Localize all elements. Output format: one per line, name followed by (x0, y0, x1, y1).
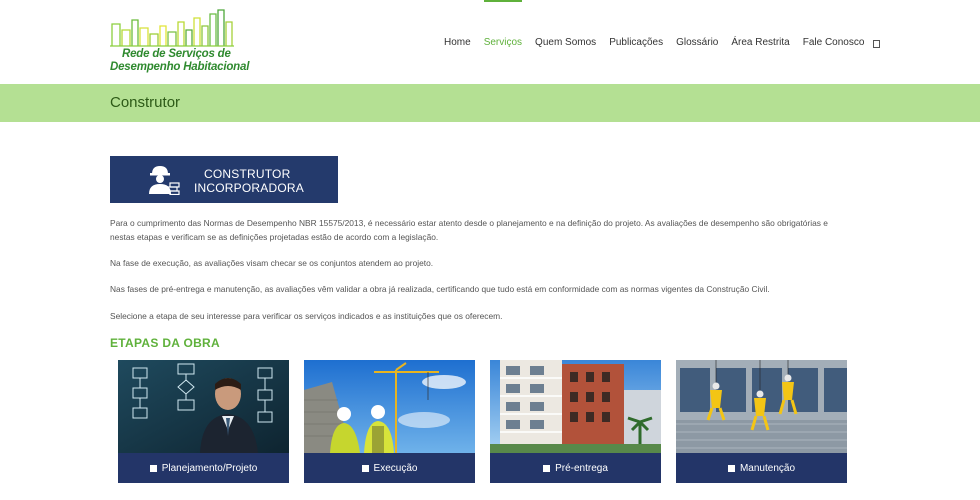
card-label-bar: Execução (304, 453, 475, 483)
banner-title-line2: INCORPORADORA (194, 181, 304, 195)
card-pre-entrega[interactable]: Pré-entrega (490, 360, 661, 483)
skyline-logo-icon (110, 9, 234, 47)
site-logo[interactable]: Rede de Serviços de Desempenho Habitacio… (108, 8, 249, 74)
intro-paragraph-2: Na fase de execução, as avaliações visam… (110, 258, 434, 268)
checkbox-icon[interactable] (543, 464, 551, 472)
intro-paragraph-1: Para o cumprimento das Normas de Desempe… (110, 218, 828, 242)
maintenance-image (676, 360, 847, 453)
logo-text-line2: Desempenho Habitacional (110, 61, 250, 73)
planning-image (118, 360, 289, 453)
nav-fale-conosco[interactable]: Fale Conosco (803, 0, 865, 84)
building-image (490, 360, 661, 453)
card-label-bar: Manutenção (676, 453, 847, 483)
intro-paragraph-4: Selecione a etapa de seu interesse para … (110, 311, 503, 321)
construction-image (304, 360, 475, 453)
card-label-bar: Pré-entrega (490, 453, 661, 483)
site-header: Rede de Serviços de Desempenho Habitacio… (0, 0, 980, 84)
card-label: Manutenção (739, 462, 796, 474)
section-title-etapas: ETAPAS DA OBRA (110, 336, 220, 350)
card-execucao[interactable]: Execução (304, 360, 475, 483)
nav-home[interactable]: Home (444, 0, 471, 84)
card-label: Pré-entrega (555, 462, 608, 474)
card-manutencao[interactable]: Manutenção (676, 360, 847, 483)
worker-icon (149, 166, 180, 195)
main-nav: Home Serviços Quem Somos Publicações Glo… (444, 0, 881, 84)
card-label-bar: Planejamento/Projeto (118, 453, 289, 483)
card-planejamento[interactable]: Planejamento/Projeto (118, 360, 289, 483)
nav-publicacoes[interactable]: Publicações (609, 0, 663, 84)
checkbox-icon[interactable] (361, 464, 369, 472)
card-label: Planejamento/Projeto (161, 462, 258, 474)
intro-paragraph-3: Nas fases de pré-entrega e manutenção, a… (110, 284, 770, 294)
page-title: Construtor (110, 94, 181, 111)
nav-glossario[interactable]: Glossário (676, 0, 718, 84)
construtor-banner: CONSTRUTOR INCORPORADORA (110, 156, 338, 203)
card-label: Execução (373, 462, 418, 474)
search-icon[interactable] (873, 0, 881, 84)
nav-area-restrita[interactable]: Área Restrita (731, 0, 789, 84)
banner-title-line1: CONSTRUTOR (204, 167, 291, 181)
logo-text-line1: Rede de Serviços de (122, 48, 231, 60)
checkbox-icon[interactable] (727, 464, 735, 472)
nav-quem-somos[interactable]: Quem Somos (535, 0, 596, 84)
page-title-bar: Construtor (0, 84, 980, 122)
nav-servicos[interactable]: Serviços (483, 0, 523, 84)
checkbox-icon[interactable] (149, 464, 157, 472)
